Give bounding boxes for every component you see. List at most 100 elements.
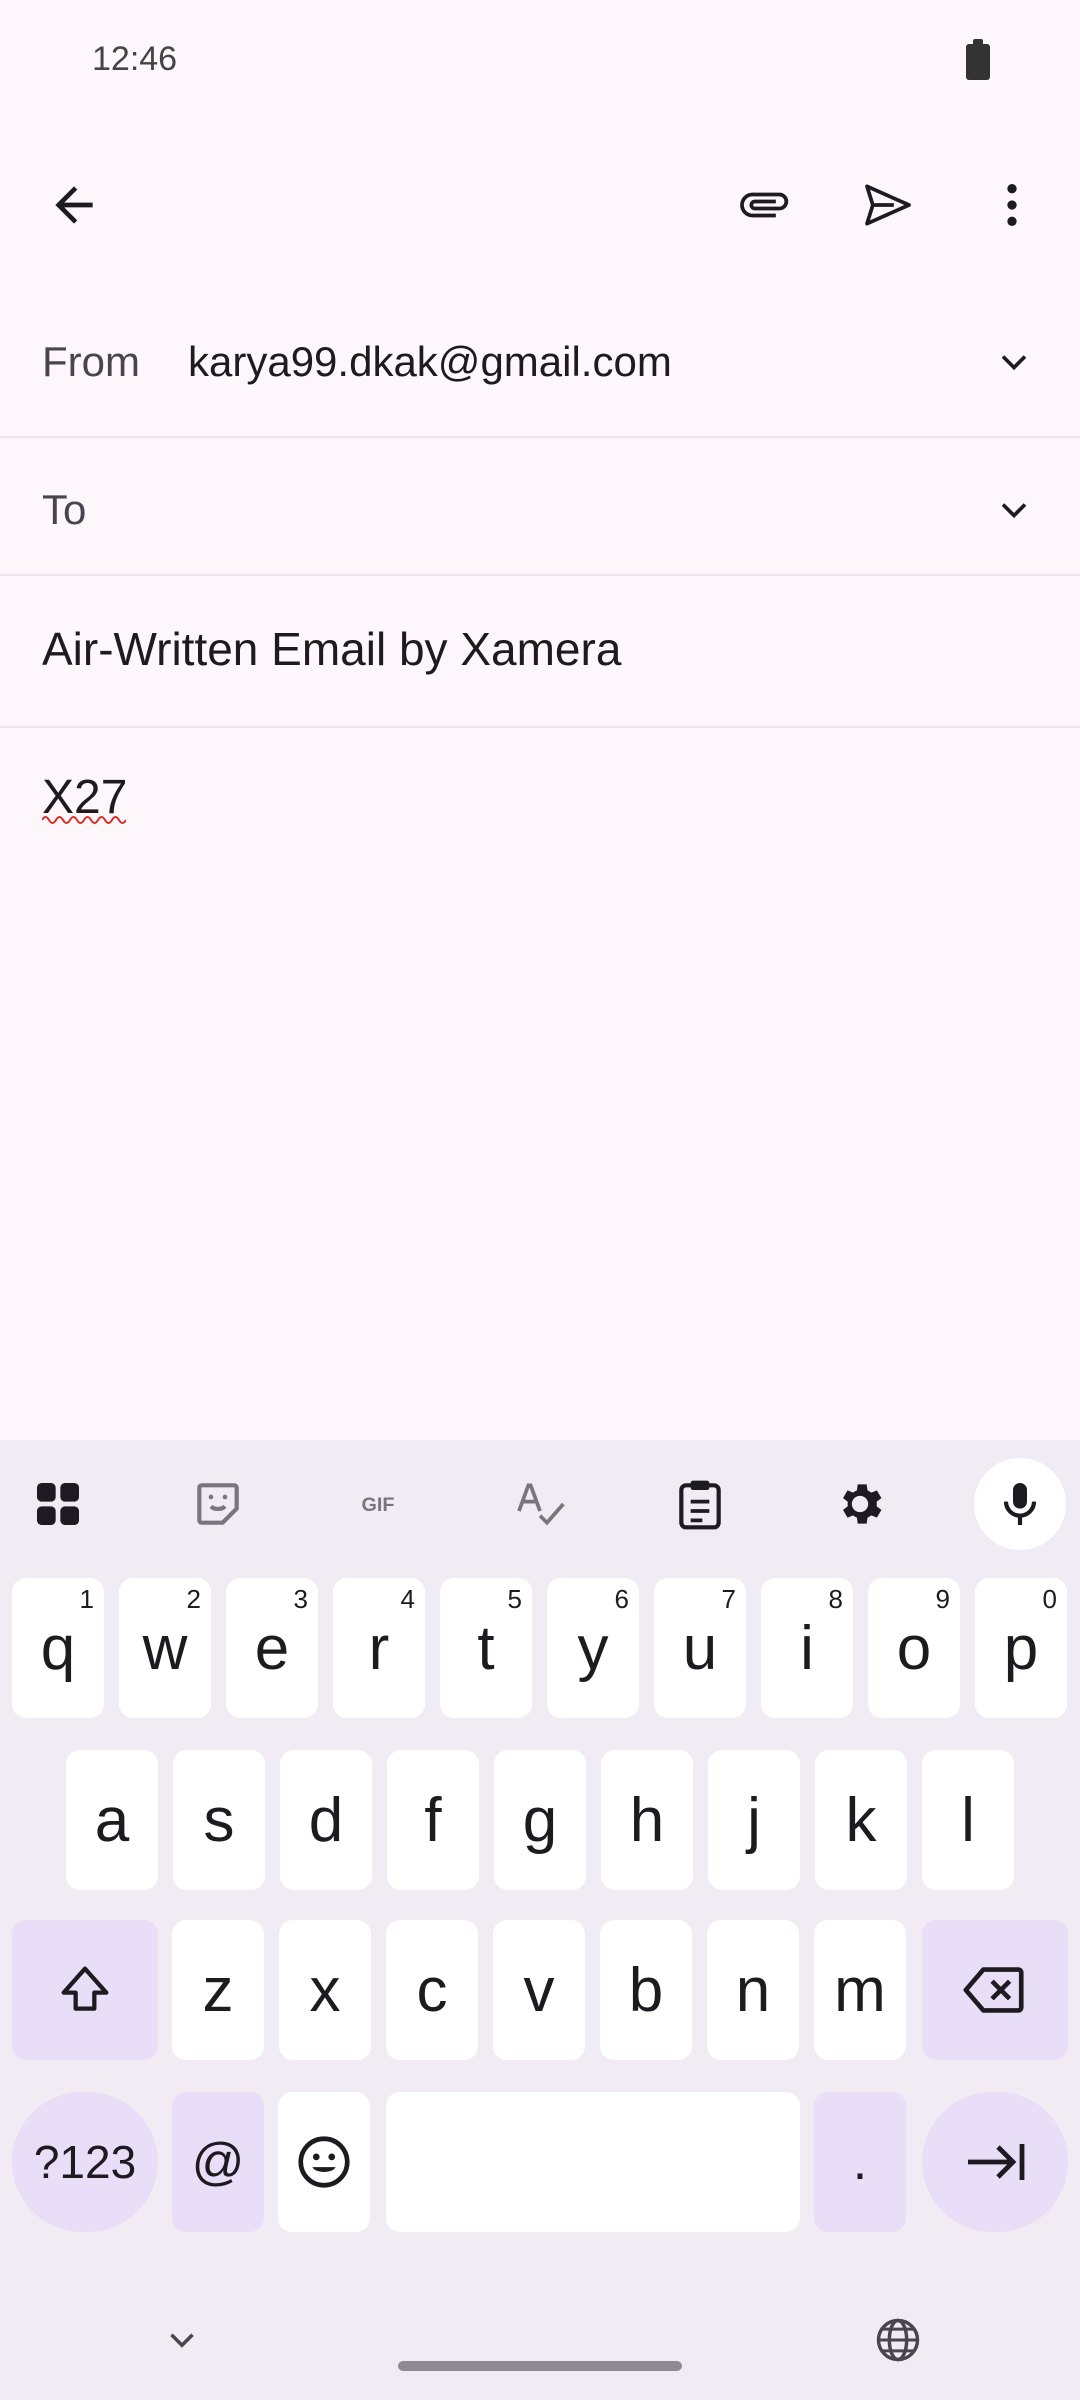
sticker-button[interactable] (172, 1458, 264, 1550)
key-r[interactable]: r4 (333, 1578, 425, 1718)
key-l[interactable]: l (922, 1750, 1014, 1890)
period-key[interactable]: . (814, 2092, 906, 2232)
key-w[interactable]: w2 (119, 1578, 211, 1718)
more-vert-icon (1007, 184, 1017, 226)
clipboard-button[interactable] (654, 1458, 746, 1550)
key-label: y (577, 1613, 609, 1683)
paperclip-icon (740, 192, 789, 218)
apps-grid-button[interactable] (12, 1458, 104, 1550)
key-q[interactable]: q1 (12, 1578, 104, 1718)
key-hint: 8 (828, 1584, 843, 1614)
chevron-down-icon (1001, 355, 1027, 371)
key-c[interactable]: c (386, 1920, 478, 2060)
battery-icon (966, 39, 990, 80)
to-label: To (42, 486, 87, 533)
key-hint: 1 (79, 1584, 94, 1614)
key-d[interactable]: d (280, 1750, 372, 1890)
key-hint: 9 (935, 1584, 950, 1614)
subject-text[interactable]: Air-Written Email by Xamera (42, 622, 621, 676)
to-expand-button[interactable] (978, 474, 1050, 546)
key-a[interactable]: a (66, 1750, 158, 1890)
keyboard-bottom-bar (0, 2290, 1080, 2400)
backspace-icon (963, 1967, 1024, 2013)
key-y[interactable]: y6 (547, 1578, 639, 1718)
key-t[interactable]: t5 (440, 1578, 532, 1718)
from-address[interactable]: karya99.dkak@gmail.com (188, 338, 672, 386)
key-label: i (800, 1613, 814, 1683)
key-n[interactable]: n (707, 1920, 799, 2060)
compose-toolbar (0, 140, 1080, 270)
key-label: o (896, 1613, 932, 1683)
key-v[interactable]: v (493, 1920, 585, 2060)
space-key[interactable] (386, 2092, 800, 2232)
key-label: q (40, 1613, 76, 1683)
spellcheck-underline (42, 816, 126, 824)
key-i[interactable]: i8 (761, 1578, 853, 1718)
keyboard-toolbar: GIF (0, 1440, 1080, 1560)
emoji-icon (298, 2136, 350, 2188)
gif-button[interactable]: GIF (332, 1458, 424, 1550)
shift-key[interactable] (12, 1920, 158, 2060)
key-f[interactable]: f (387, 1750, 479, 1890)
voice-input-button[interactable] (974, 1458, 1066, 1550)
key-label: r (368, 1613, 390, 1683)
key-j[interactable]: j (708, 1750, 800, 1890)
gif-icon: GIF (361, 1494, 394, 1516)
spellcheck-icon (517, 1483, 565, 1526)
key-label: e (254, 1613, 290, 1683)
key-m[interactable]: m (814, 1920, 906, 2060)
send-icon (865, 184, 911, 226)
key-u[interactable]: u7 (654, 1578, 746, 1718)
svg-text:GIF: GIF (361, 1494, 394, 1516)
key-hint: 7 (721, 1584, 736, 1614)
attach-button[interactable] (715, 157, 811, 253)
key-h[interactable]: h (601, 1750, 693, 1890)
at-key[interactable]: @ (172, 2092, 264, 2232)
globe-icon (876, 2318, 920, 2362)
key-hint: 2 (186, 1584, 201, 1614)
key-x[interactable]: x (279, 1920, 371, 2060)
key-g[interactable]: g (494, 1750, 586, 1890)
gesture-nav-handle[interactable] (398, 2361, 682, 2371)
status-time: 12:46 (92, 40, 178, 78)
key-hint: 5 (507, 1584, 522, 1614)
settings-icon (843, 1484, 882, 1524)
to-field[interactable]: To (0, 438, 1080, 576)
key-s[interactable]: s (173, 1750, 265, 1890)
keyboard-settings-button[interactable] (814, 1458, 906, 1550)
key-hint: 4 (400, 1584, 415, 1614)
from-expand-button[interactable] (978, 326, 1050, 398)
arrow-back-icon (55, 186, 93, 224)
key-p[interactable]: p0 (975, 1578, 1067, 1718)
key-hint: 3 (293, 1584, 308, 1614)
from-field[interactable]: From karya99.dkak@gmail.com (0, 290, 1080, 438)
spellcheck-button[interactable] (494, 1458, 586, 1550)
key-k[interactable]: k (815, 1750, 907, 1890)
key-b[interactable]: b (600, 1920, 692, 2060)
key-z[interactable]: z (172, 1920, 264, 2060)
key-label: t (477, 1613, 495, 1683)
language-button[interactable] (864, 2306, 932, 2374)
key-e[interactable]: e3 (226, 1578, 318, 1718)
from-label: From (42, 338, 140, 385)
soft-keyboard: GIF q1w2e3r4t5y6u7i8o9p0 asdfghjkl zxcvb… (0, 1440, 1080, 2400)
key-label: u (682, 1613, 718, 1683)
key-o[interactable]: o9 (868, 1578, 960, 1718)
send-button[interactable] (840, 157, 936, 253)
mic-icon (1003, 1483, 1037, 1525)
shift-icon (61, 1966, 109, 2011)
key-label: p (1003, 1613, 1039, 1683)
next-field-key[interactable] (922, 2092, 1068, 2232)
more-options-button[interactable] (964, 157, 1060, 253)
chevron-down-icon (1001, 503, 1027, 519)
back-button[interactable] (26, 157, 122, 253)
chevron-down-icon (170, 2333, 194, 2348)
clipboard-icon (679, 1480, 721, 1530)
symbols-key[interactable]: ?123 (12, 2092, 158, 2232)
key-label: w (142, 1613, 188, 1683)
status-bar: 12:46 (0, 0, 1080, 120)
backspace-key[interactable] (922, 1920, 1068, 2060)
emoji-key[interactable] (278, 2092, 370, 2232)
tab-arrow-icon (968, 2144, 1025, 2180)
hide-keyboard-button[interactable] (152, 2310, 212, 2370)
